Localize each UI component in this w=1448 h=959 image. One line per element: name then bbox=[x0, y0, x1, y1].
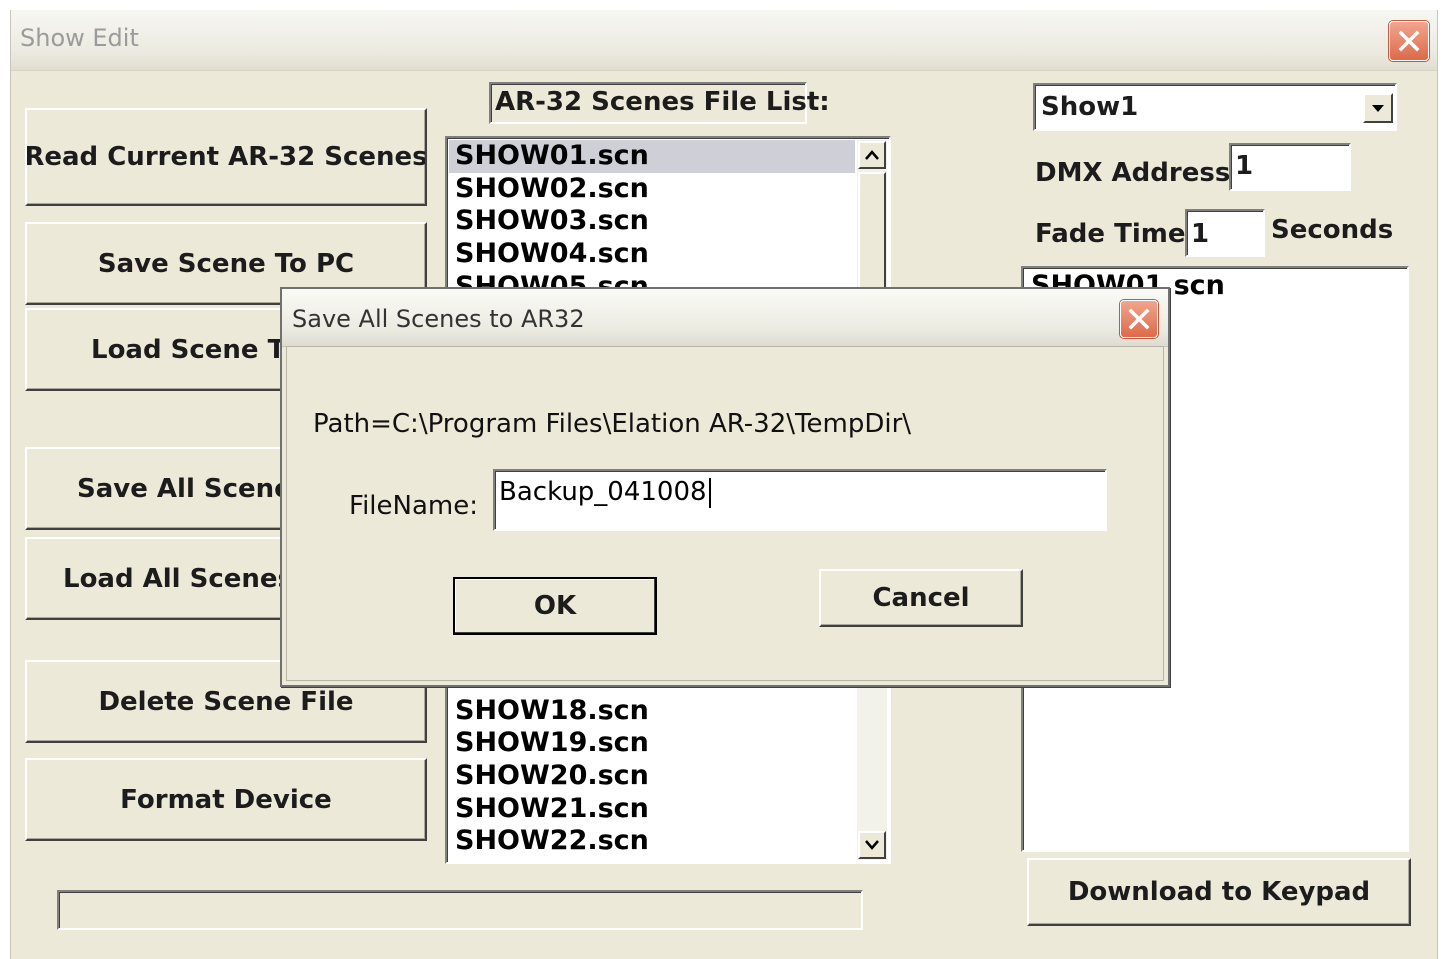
chevron-down-icon[interactable] bbox=[1363, 93, 1393, 123]
fade-time-input[interactable]: 1 bbox=[1185, 209, 1265, 257]
list-item[interactable]: SHOW21.scn bbox=[449, 793, 855, 826]
fade-time-value: 1 bbox=[1191, 219, 1210, 249]
save-all-scenes-dialog: Save All Scenes to AR32 Path=C:\Program … bbox=[280, 287, 1170, 687]
dialog-title: Save All Scenes to AR32 bbox=[292, 305, 585, 333]
file-list-header-box: AR-32 Scenes File List: bbox=[489, 82, 830, 124]
file-list-header: AR-32 Scenes File List: bbox=[495, 87, 830, 117]
list-item[interactable]: SHOW20.scn bbox=[449, 760, 855, 793]
download-to-keypad-button[interactable]: Download to Keypad bbox=[1027, 858, 1411, 926]
path-text: Path=C:\Program Files\Elation AR-32\Temp… bbox=[313, 409, 912, 439]
close-icon[interactable] bbox=[1389, 21, 1429, 61]
dialog-close-icon[interactable] bbox=[1120, 300, 1158, 338]
fade-time-label: Fade Time: bbox=[1035, 219, 1196, 249]
scroll-down-icon[interactable] bbox=[858, 831, 886, 859]
title-bar[interactable]: Show Edit bbox=[11, 10, 1437, 71]
show-select-value: Show1 bbox=[1041, 92, 1139, 122]
window-title: Show Edit bbox=[20, 24, 139, 52]
progress-bar bbox=[57, 890, 863, 930]
cancel-button[interactable]: Cancel bbox=[819, 569, 1023, 627]
list-item[interactable]: SHOW22.scn bbox=[449, 825, 855, 858]
dmx-address-input[interactable]: 1 bbox=[1229, 143, 1351, 191]
format-device-button[interactable]: Format Device bbox=[25, 758, 427, 841]
dialog-body: Path=C:\Program Files\Elation AR-32\Temp… bbox=[286, 346, 1164, 681]
show-select[interactable]: Show1 bbox=[1033, 83, 1397, 131]
dialog-title-bar[interactable]: Save All Scenes to AR32 bbox=[282, 289, 1168, 347]
list-item[interactable]: SHOW19.scn bbox=[449, 727, 855, 760]
filename-label: FileName: bbox=[349, 491, 478, 521]
ok-button[interactable]: OK bbox=[453, 577, 657, 635]
list-item[interactable]: SHOW01.scn bbox=[449, 140, 855, 173]
list-item[interactable]: SHOW04.scn bbox=[449, 238, 855, 271]
scroll-thumb[interactable] bbox=[858, 172, 886, 292]
scroll-up-icon[interactable] bbox=[858, 141, 886, 169]
filename-input[interactable]: Backup_041008 bbox=[493, 469, 1107, 531]
list-item[interactable]: SHOW02.scn bbox=[449, 173, 855, 206]
dmx-address-label: DMX Address: bbox=[1035, 158, 1241, 188]
read-current-scenes-button[interactable]: Read Current AR-32 Scenes bbox=[25, 108, 427, 206]
dmx-address-value: 1 bbox=[1235, 151, 1254, 181]
list-item[interactable]: SHOW03.scn bbox=[449, 205, 855, 238]
list-item[interactable]: SHOW18.scn bbox=[449, 695, 855, 728]
filename-value: Backup_041008 bbox=[499, 477, 711, 508]
fade-unit-label: Seconds bbox=[1271, 215, 1394, 245]
